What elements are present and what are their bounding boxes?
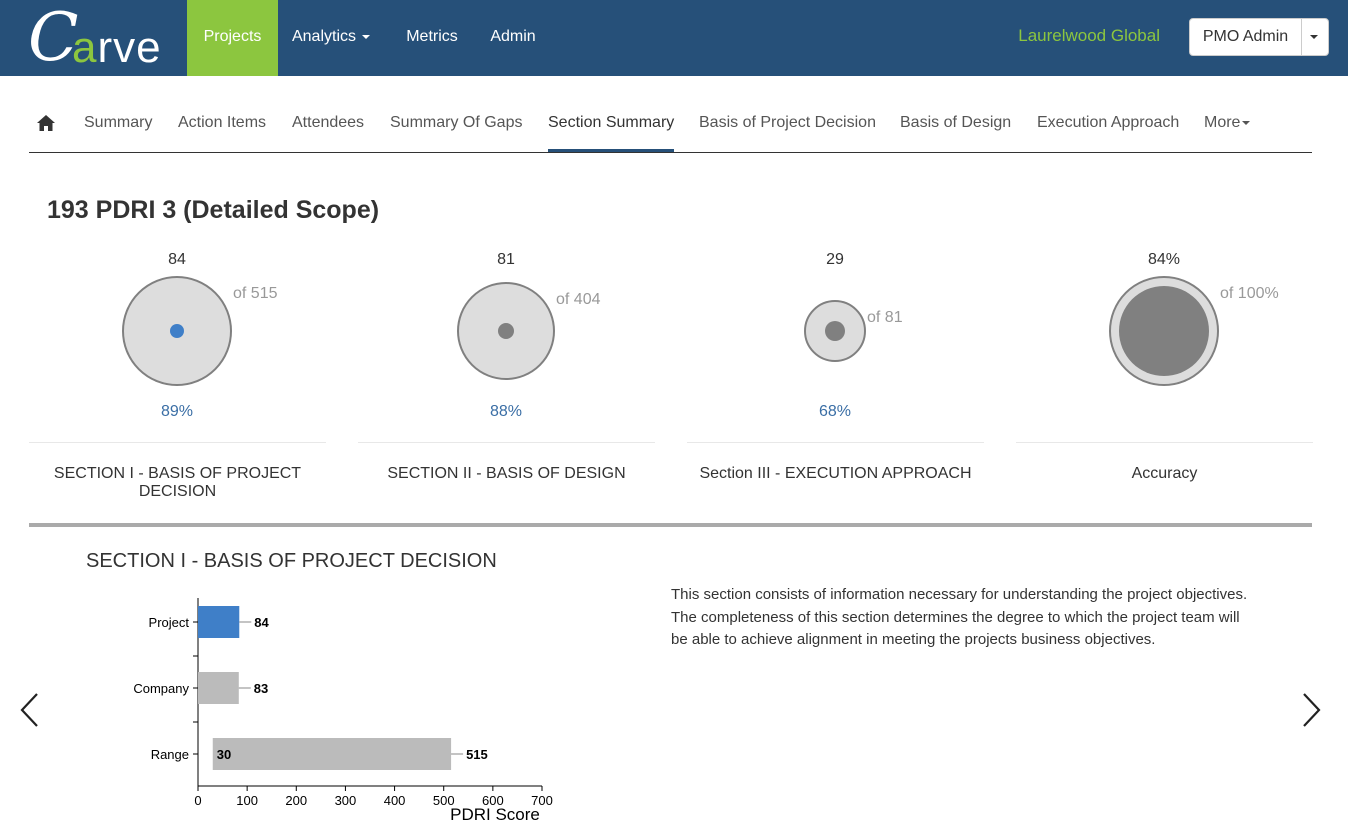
x-axis-label: PDRI Score: [450, 805, 540, 824]
score-bubble: 84 of 515 89%: [122, 251, 278, 420]
max-label: of 404: [556, 291, 601, 308]
max-label: of 515: [233, 285, 278, 302]
summary-tile-section-2[interactable]: 81 of 404 88% SECTION II - BASIS OF DESI…: [358, 240, 655, 510]
tab-basis-of-design[interactable]: Basis of Design: [900, 95, 1011, 152]
chevron-right-icon[interactable]: [1298, 690, 1324, 730]
chevron-down-icon: [1242, 120, 1251, 125]
x-tick-label: 200: [285, 793, 307, 808]
section-divider: [29, 523, 1312, 527]
user-menu[interactable]: PMO Admin: [1189, 18, 1329, 56]
logo-letter-c: C: [28, 0, 79, 76]
x-tick-label: 100: [236, 793, 258, 808]
score-value: 81: [497, 251, 515, 268]
score-bubble: 29 of 81 68%: [804, 251, 903, 420]
tile-title: SECTION I - BASIS OF PROJECT DECISION: [53, 465, 302, 500]
section-tabs: Summary Action Items Attendees Summary O…: [29, 95, 1312, 153]
score-value: 29: [826, 251, 844, 268]
x-tick-label: 0: [194, 793, 201, 808]
x-tick-label: 400: [384, 793, 406, 808]
percent-label: 88%: [490, 403, 522, 420]
tile-title: Section III - EXECUTION APPROACH: [699, 465, 972, 482]
page-title: 193 PDRI 3 (Detailed Scope): [47, 196, 380, 224]
carve-logo[interactable]: C arve: [28, 0, 178, 76]
bar-company: [198, 672, 239, 704]
tile-title: Accuracy: [1131, 465, 1198, 482]
summary-tile-section-1[interactable]: 84 of 515 89% SECTION I - BASIS OF PROJE…: [29, 240, 326, 510]
tile-separator: [358, 442, 655, 443]
max-label: of 100%: [1220, 285, 1279, 302]
score-circle: [1119, 286, 1209, 376]
tab-section-summary[interactable]: Section Summary: [548, 95, 675, 152]
x-tick-label: 300: [335, 793, 357, 808]
value-label: 515: [466, 747, 488, 762]
tab-attendees[interactable]: Attendees: [292, 95, 364, 152]
percent-label: 89%: [161, 403, 193, 420]
score-circle: [825, 321, 845, 341]
company-name: Laurelwood Global: [1018, 26, 1160, 45]
tile-title: SECTION II - BASIS OF DESIGN: [387, 465, 626, 482]
chevron-left-icon[interactable]: [17, 690, 43, 730]
tab-more[interactable]: More: [1204, 95, 1251, 152]
tab-summary-of-gaps[interactable]: Summary Of Gaps: [390, 95, 522, 152]
detail-section-title: SECTION I - BASIS OF PROJECT DECISION: [86, 550, 497, 572]
chevron-down-icon: [1310, 35, 1318, 39]
y-tick-label: Company: [133, 681, 189, 696]
score-circle: [498, 323, 514, 339]
y-tick-label: Range: [151, 747, 189, 762]
summary-tile-accuracy[interactable]: 84% of 100% Accuracy: [1016, 240, 1313, 510]
user-name-button[interactable]: PMO Admin: [1190, 19, 1302, 55]
pdri-score-bar-chart: 0 100 200 300 400 500 600 700Project 84Company 83…: [133, 598, 553, 824]
value-label: 84: [254, 615, 269, 630]
score-value: 84: [168, 251, 186, 268]
nav-admin[interactable]: Admin: [479, 0, 547, 76]
user-dropdown-toggle[interactable]: [1301, 19, 1328, 55]
tab-action-items[interactable]: Action Items: [178, 95, 266, 152]
tab-summary[interactable]: Summary: [84, 95, 152, 152]
tile-separator: [29, 442, 326, 443]
score-bubble: 84% of 100%: [1109, 251, 1279, 386]
chevron-down-icon: [362, 34, 371, 39]
percent-label: 68%: [819, 403, 851, 420]
score-value: 84%: [1148, 251, 1180, 268]
summary-tile-section-3[interactable]: 29 of 81 68% Section III - EXECUTION APP…: [687, 240, 984, 510]
top-navbar: C arve Projects Analytics Metrics Admin …: [0, 0, 1348, 76]
nav-metrics[interactable]: Metrics: [392, 0, 472, 76]
range-min-label: 30: [217, 747, 231, 762]
score-circle: [170, 324, 184, 338]
bar-project: [198, 606, 240, 638]
tile-separator: [1016, 442, 1313, 443]
logo-text: arve: [72, 23, 162, 72]
score-bubble: 81 of 404 88%: [457, 251, 601, 420]
tab-basis-of-project-decision[interactable]: Basis of Project Decision: [699, 95, 876, 152]
tab-execution-approach[interactable]: Execution Approach: [1037, 95, 1179, 152]
nav-analytics[interactable]: Analytics: [281, 0, 381, 76]
bar-range: [212, 738, 452, 770]
home-icon[interactable]: [36, 113, 56, 133]
y-tick-label: Project: [149, 615, 190, 630]
section-description: This section consists of information nec…: [671, 586, 1248, 648]
tile-separator: [687, 442, 984, 443]
value-label: 83: [254, 681, 268, 696]
nav-projects[interactable]: Projects: [187, 0, 278, 76]
max-label: of 81: [867, 309, 903, 326]
